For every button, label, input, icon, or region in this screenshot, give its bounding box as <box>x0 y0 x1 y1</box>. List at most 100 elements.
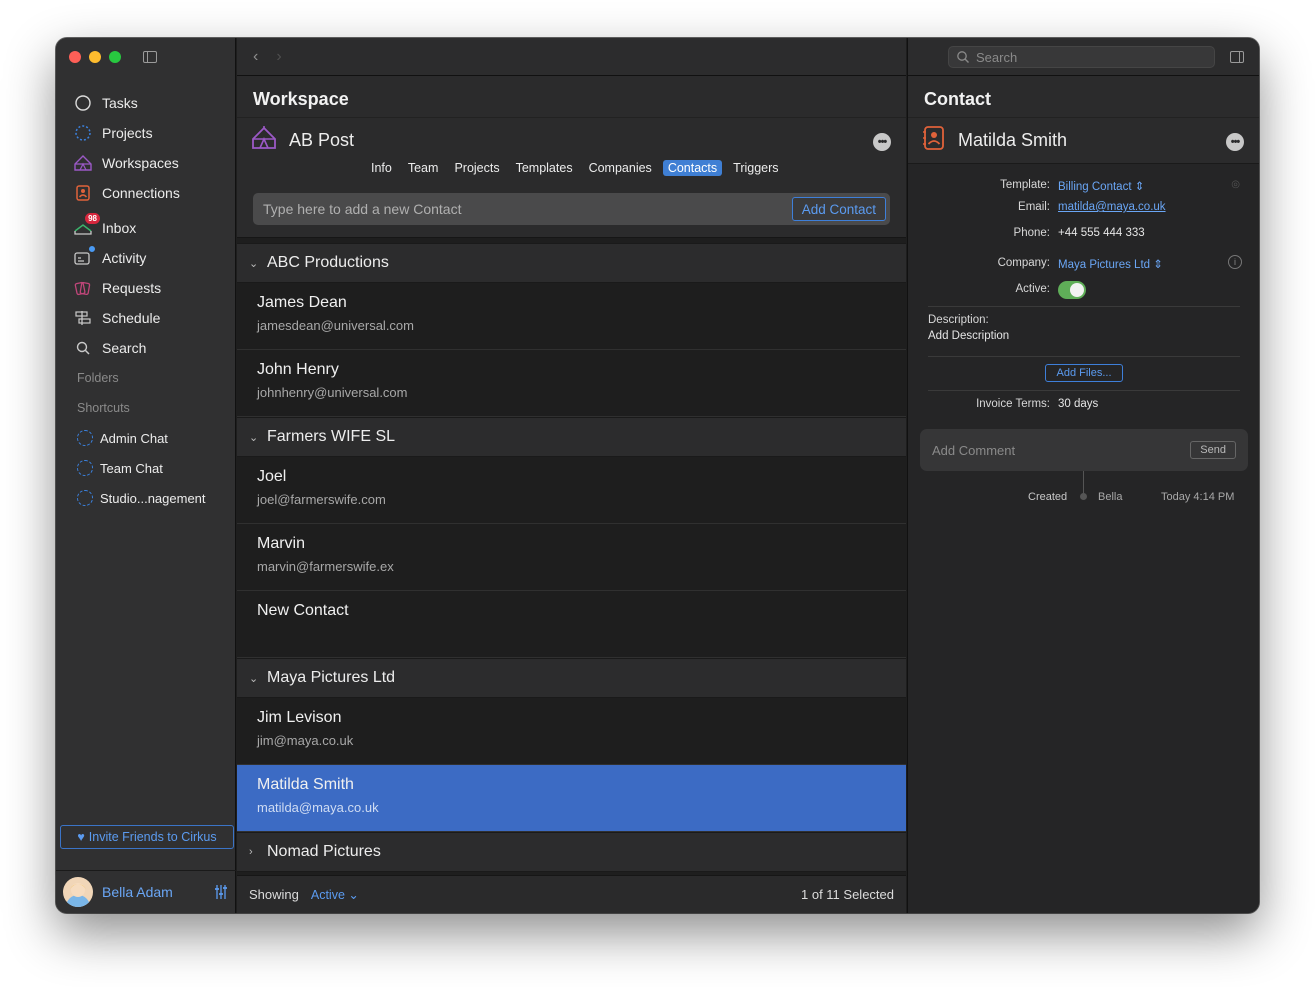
sidebar-item-workspaces[interactable]: Workspaces <box>56 148 236 178</box>
divider <box>928 356 1240 357</box>
shortcut-admin-chat[interactable]: Admin Chat <box>56 423 236 453</box>
add-contact-input[interactable]: Type here to add a new Contact Add Conta… <box>253 193 890 225</box>
heart-icon: ♥ <box>77 830 85 844</box>
template-select[interactable]: Billing Contact ⇕ <box>1058 179 1144 193</box>
contact-name-heading: Matilda Smith <box>958 130 1068 150</box>
back-arrow-icon[interactable]: ‹ <box>253 48 258 66</box>
invoice-label: Invoice Terms: <box>976 398 1050 410</box>
activity-action: Created <box>1028 491 1068 503</box>
list-item[interactable]: Marvin marvin@farmerswife.ex <box>237 524 906 591</box>
search-input[interactable]: Search <box>948 46 1215 68</box>
company-select[interactable]: Maya Pictures Ltd ⇕ <box>1058 257 1163 271</box>
list-item[interactable]: Jim Levison jim@maya.co.uk <box>237 698 906 765</box>
divider <box>237 117 906 118</box>
contact-email: jim@maya.co.uk <box>257 733 354 748</box>
folders-section-label[interactable]: Folders <box>56 363 236 393</box>
email-link[interactable]: matilda@maya.co.uk <box>1058 201 1166 213</box>
description-input[interactable]: Add Description <box>928 330 1009 342</box>
app-window: Tasks Projects Workspaces Connections 98… <box>56 38 1259 913</box>
more-options-icon[interactable]: ••• <box>873 133 891 151</box>
phone-value[interactable]: +44 555 444 333 <box>1058 227 1145 239</box>
inspector-toggle-icon[interactable] <box>1230 51 1244 63</box>
add-contact-button[interactable]: Add Contact <box>791 197 886 221</box>
gear-icon[interactable]: ◎ <box>1231 179 1240 190</box>
list-item-selected[interactable]: Matilda Smith matilda@maya.co.uk <box>237 765 906 832</box>
sidebar-item-label: Connections <box>102 185 180 201</box>
tab-team[interactable]: Team <box>403 160 444 176</box>
tab-templates[interactable]: Templates <box>511 160 578 176</box>
add-files-button[interactable]: Add Files... <box>1045 364 1123 382</box>
info-icon[interactable]: i <box>1228 255 1242 269</box>
contact-name: John Henry <box>257 361 339 378</box>
workspace-name-row: AB Post <box>251 126 354 155</box>
list-footer: Showing Active ⌄ 1 of 11 Selected <box>237 875 906 913</box>
more-options-icon[interactable]: ••• <box>1226 133 1244 151</box>
tab-companies[interactable]: Companies <box>584 160 657 176</box>
inbox-icon: 98 <box>74 213 100 237</box>
sidebar-item-label: Projects <box>102 125 153 141</box>
dashed-circle-icon <box>77 430 93 446</box>
company-field: Company: Maya Pictures Ltd ⇕ i <box>908 255 1259 271</box>
contact-name: New Contact <box>257 602 349 619</box>
tab-info[interactable]: Info <box>366 160 397 176</box>
group-header[interactable]: ⌄ Maya Pictures Ltd <box>237 658 906 698</box>
active-toggle[interactable] <box>1058 281 1086 299</box>
group-name: Maya Pictures Ltd <box>267 669 396 686</box>
group-header[interactable]: › Nomad Pictures <box>237 832 906 872</box>
sidebar-item-inbox[interactable]: 98 Inbox <box>56 213 236 243</box>
comment-input[interactable]: Add Comment Send <box>920 429 1248 471</box>
middle-toolbar: ‹ › <box>237 38 906 76</box>
selection-count: 1 of 11 Selected <box>801 887 894 902</box>
group-header[interactable]: ⌄ Farmers WIFE SL <box>237 417 906 457</box>
dashed-circle-icon <box>77 490 93 506</box>
group-header[interactable]: ⌄ ABC Productions <box>237 243 906 283</box>
chevron-down-icon: ⌄ <box>348 888 359 902</box>
phone-field: Phone: +44 555 444 333 <box>908 227 1259 239</box>
tab-projects[interactable]: Projects <box>449 160 504 176</box>
page-title: Workspace <box>253 89 349 109</box>
filter-value: Active <box>310 888 345 902</box>
sidebar-item-activity[interactable]: Activity <box>56 243 236 273</box>
invite-friends-button[interactable]: ♥ Invite Friends to Cirkus <box>60 825 234 849</box>
sidebar-item-projects[interactable]: Projects <box>56 118 236 148</box>
sidebar-item-label: Tasks <box>102 95 138 111</box>
invoice-value[interactable]: 30 days <box>1058 398 1098 410</box>
shortcut-label: Team Chat <box>100 460 163 476</box>
shortcut-label: Admin Chat <box>100 430 168 446</box>
user-name[interactable]: Bella Adam <box>102 884 173 900</box>
search-placeholder: Search <box>976 49 1018 65</box>
settings-sliders-icon[interactable] <box>214 884 228 903</box>
template-value: Billing Contact <box>1058 181 1132 193</box>
phone-label: Phone: <box>1013 227 1050 239</box>
send-button[interactable]: Send <box>1190 441 1236 459</box>
tab-contacts[interactable]: Contacts <box>662 160 723 176</box>
zoom-window-button[interactable] <box>109 51 121 63</box>
sidebar-item-schedule[interactable]: Schedule <box>56 303 236 333</box>
right-toolbar: Search <box>908 38 1259 76</box>
sidebar-item-tasks[interactable]: Tasks <box>56 88 236 118</box>
list-item[interactable]: James Dean jamesdean@universal.com <box>237 283 906 350</box>
list-item[interactable]: Joel joel@farmerswife.com <box>237 457 906 524</box>
workspace-name: AB Post <box>289 130 355 150</box>
inbox-badge: 98 <box>85 213 100 224</box>
minimize-window-button[interactable] <box>89 51 101 63</box>
shortcut-studio-management[interactable]: Studio...nagement <box>56 483 236 513</box>
shortcut-team-chat[interactable]: Team Chat <box>56 453 236 483</box>
activity-user: Bella <box>1098 491 1123 503</box>
contact-email: jamesdean@universal.com <box>257 318 414 333</box>
sidebar-item-label: Search <box>102 340 147 356</box>
tab-triggers[interactable]: Triggers <box>728 160 783 176</box>
sidebar-item-label: Inbox <box>102 220 137 236</box>
sidebar-item-connections[interactable]: Connections <box>56 178 236 208</box>
forward-arrow-icon[interactable]: › <box>276 48 281 66</box>
sidebar-item-requests[interactable]: Requests <box>56 273 236 303</box>
shortcuts-section-label[interactable]: Shortcuts <box>56 393 236 423</box>
list-item[interactable]: John Henry johnhenry@universal.com <box>237 350 906 417</box>
sidebar-item-search[interactable]: Search <box>56 333 236 363</box>
filter-dropdown[interactable]: Active ⌄ <box>311 887 359 902</box>
close-window-button[interactable] <box>69 51 81 63</box>
avatar[interactable] <box>63 877 93 907</box>
sidebar-toggle-icon[interactable] <box>143 51 157 63</box>
updown-chevron-icon: ⇕ <box>1134 181 1145 193</box>
list-item[interactable]: New Contact <box>237 591 906 658</box>
